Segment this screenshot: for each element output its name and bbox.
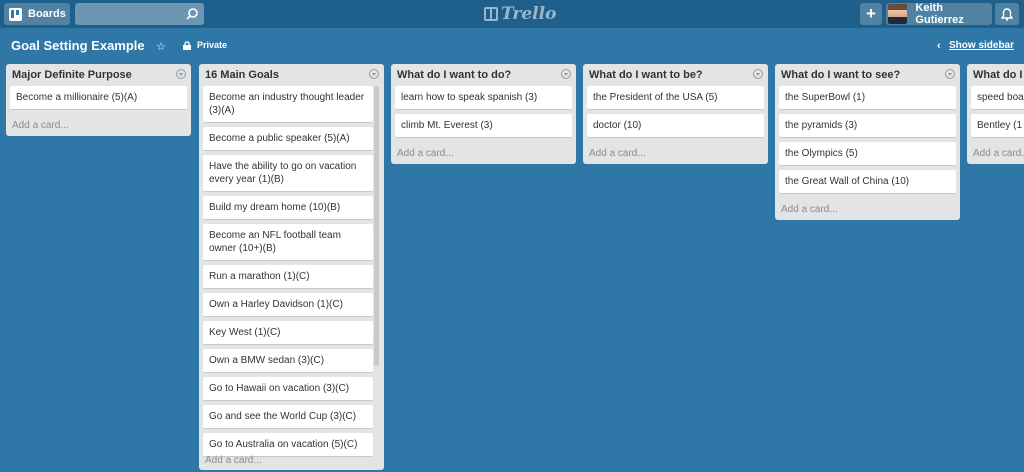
logo-text: Trello [501,4,557,24]
card[interactable]: Become a public speaker (5)(A) [203,127,373,151]
list-title: What do I want to be? [589,69,703,81]
list: What do I want to be? the President of t… [583,64,768,164]
card[interactable]: Go and see the World Cup (3)(C) [203,405,373,429]
list-scrollbar[interactable] [374,86,379,366]
card[interactable]: Have the ability to go on vacation every… [203,155,373,192]
board-title[interactable]: Goal Setting Example [11,38,145,53]
card[interactable]: Become an NFL football team owner (10+)(… [203,224,373,261]
card[interactable]: the Great Wall of China (10) [779,170,956,194]
search-icon[interactable] [185,7,199,21]
list: What do I want to see? the SuperBowl (1)… [775,64,960,220]
card[interactable]: Build my dream home (10)(B) [203,196,373,220]
add-card-link[interactable]: Add a card... [6,114,191,136]
card[interactable]: Become a millionaire (5)(A) [10,86,187,110]
add-card-link[interactable]: Add a card... [391,142,576,164]
card[interactable]: speed boa [971,86,1024,110]
trello-logo[interactable]: Trello [484,4,556,24]
list-title: 16 Main Goals [205,69,279,81]
card[interactable]: the pyramids (3) [779,114,956,138]
card[interactable]: Become an industry thought leader (3)(A) [203,86,373,123]
list-menu-icon[interactable] [561,69,571,79]
list-menu-icon[interactable] [369,69,379,79]
list-title: Major Definite Purpose [12,69,132,81]
add-card-link[interactable]: Add a card... [967,142,1024,164]
card[interactable]: doctor (10) [587,114,764,138]
list-menu-icon[interactable] [753,69,763,79]
card[interactable]: learn how to speak spanish (3) [395,86,572,110]
visibility-label[interactable]: Private [197,40,227,50]
list: What do I want to do? learn how to speak… [391,64,576,164]
boards-icon [9,7,22,21]
card[interactable]: the SuperBowl (1) [779,86,956,110]
card[interactable]: Bentley (1 [971,114,1024,138]
notifications-button[interactable] [995,3,1019,25]
list-title: What do I want to do? [397,69,512,81]
add-card-link[interactable]: Add a card... [583,142,768,164]
card[interactable]: Run a marathon (1)(C) [203,265,373,289]
list: 16 Main Goals Become an industry thought… [199,64,384,470]
user-menu-button[interactable]: Keith Gutierrez [886,2,992,26]
list-header[interactable]: What do I want to be? [583,64,768,86]
list: What do I speed boa Bentley (1 Add a car… [967,64,1024,164]
list-header[interactable]: What do I want to do? [391,64,576,86]
card[interactable]: Own a BMW sedan (3)(C) [203,349,373,373]
header-bar: Boards Trello + Keith Gutierrez [0,0,1024,28]
boards-button[interactable]: Boards [4,3,70,25]
add-card-link[interactable]: Add a card... [199,449,262,471]
list-menu-icon[interactable] [176,69,186,79]
list-header[interactable]: 16 Main Goals [199,64,384,86]
star-icon[interactable]: ☆ [156,40,166,53]
boards-label: Boards [28,8,66,20]
card[interactable]: Own a Harley Davidson (1)(C) [203,293,373,317]
list-header[interactable]: What do I [967,64,1024,86]
user-name: Keith Gutierrez [915,2,964,26]
chevron-left-icon[interactable]: ‹ [937,40,941,52]
list-title: What do I want to see? [781,69,901,81]
plus-icon: + [866,4,876,23]
card[interactable]: the President of the USA (5) [587,86,764,110]
add-button[interactable]: + [860,3,882,25]
trello-logo-icon [484,7,498,21]
lock-icon [183,41,191,50]
card[interactable]: Go to Hawaii on vacation (3)(C) [203,377,373,401]
list-menu-icon[interactable] [945,69,955,79]
add-card-link[interactable]: Add a card... [775,198,960,220]
show-sidebar-link[interactable]: Show sidebar [949,40,1014,51]
list-title: What do I [973,69,1023,81]
card[interactable]: Key West (1)(C) [203,321,373,345]
avatar [888,4,908,24]
list-header[interactable]: Major Definite Purpose [6,64,191,86]
search-box[interactable] [75,3,204,25]
bell-icon [1001,7,1013,21]
card[interactable]: climb Mt. Everest (3) [395,114,572,138]
list-header[interactable]: What do I want to see? [775,64,960,86]
card[interactable]: the Olympics (5) [779,142,956,166]
list: Major Definite Purpose Become a milliona… [6,64,191,136]
